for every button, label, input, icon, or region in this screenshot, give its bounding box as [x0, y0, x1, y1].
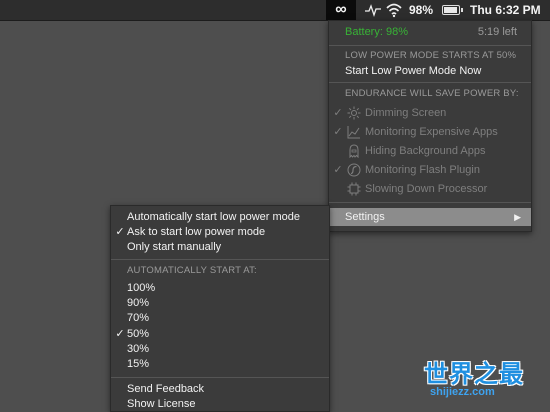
feature-item-flash-plugin[interactable]: ✓ Monitoring Flash Plugin	[329, 162, 531, 178]
threshold-item-70[interactable]: 70%	[111, 310, 329, 326]
menu-divider	[111, 259, 329, 260]
threshold-label: 90%	[127, 297, 150, 309]
settings-menu-item[interactable]: Settings ▶	[329, 208, 531, 226]
checkmark-icon: ✓	[115, 328, 125, 340]
chart-icon	[347, 125, 361, 139]
auto-start-header: AUTOMATICALLY START AT:	[111, 263, 329, 279]
submenu-arrow-icon: ▶	[514, 212, 521, 222]
threshold-item-30[interactable]: 30%	[111, 341, 329, 357]
threshold-label: 50%	[127, 328, 150, 340]
checkmark-icon: ✓	[333, 107, 343, 119]
checkmark-icon: ✓	[333, 126, 343, 138]
activity-icon[interactable]	[364, 0, 382, 20]
start-low-power-label: Start Low Power Mode Now	[345, 65, 482, 77]
menubar-clock[interactable]: Thu 6:32 PM	[470, 0, 541, 20]
watermark-title: 世界之最	[424, 361, 524, 388]
threshold-label: 15%	[127, 358, 150, 370]
menu-divider	[329, 45, 531, 46]
wifi-icon[interactable]	[385, 0, 403, 20]
chip-icon	[347, 182, 361, 196]
menu-bar: ∞ 98% Thu 6:32 PM	[0, 0, 550, 21]
feature-item-expensive-apps[interactable]: ✓ Monitoring Expensive Apps	[329, 124, 531, 140]
threshold-item-90[interactable]: 90%	[111, 295, 329, 311]
watermark-url: shijiezz.com	[430, 386, 495, 398]
battery-percent[interactable]: 98%	[409, 0, 433, 20]
feature-label: Dimming Screen	[365, 107, 447, 119]
send-feedback-label: Send Feedback	[127, 383, 205, 395]
battery-status-row: Battery: 98% 5:19 left	[329, 24, 531, 40]
mode-option-manual[interactable]: Only start manually	[111, 239, 329, 255]
settings-submenu: Automatically start low power mode ✓ Ask…	[110, 205, 330, 412]
time-left: 5:19 left	[477, 26, 517, 38]
infinity-icon[interactable]: ∞	[326, 0, 356, 20]
threshold-label: 30%	[127, 343, 150, 355]
threshold-item-100[interactable]: 100%	[111, 280, 329, 296]
threshold-item-50[interactable]: ✓ 50%	[111, 326, 329, 342]
ghost-icon	[347, 144, 361, 159]
low-power-header-label: LOW POWER MODE STARTS AT 50%	[345, 50, 517, 61]
endurance-header: ENDURANCE WILL SAVE POWER BY:	[329, 86, 531, 102]
threshold-label: 100%	[127, 282, 156, 294]
menu-divider	[111, 377, 329, 378]
threshold-label: 70%	[127, 312, 150, 324]
start-low-power-item[interactable]: Start Low Power Mode Now	[329, 63, 531, 79]
feature-item-dimming[interactable]: ✓ Dimming Screen	[329, 105, 531, 121]
battery-label: Battery: 98%	[345, 26, 408, 38]
feature-label: Monitoring Flash Plugin	[365, 164, 480, 176]
menu-divider	[329, 82, 531, 83]
settings-label: Settings	[345, 211, 385, 223]
endurance-menu: Battery: 98% 5:19 left LOW POWER MODE ST…	[328, 20, 532, 232]
checkmark-icon: ✓	[115, 226, 125, 238]
low-power-header: LOW POWER MODE STARTS AT 50%	[329, 48, 531, 64]
sun-icon	[347, 106, 361, 120]
mode-option-label: Automatically start low power mode	[127, 211, 301, 223]
threshold-item-15[interactable]: 15%	[111, 356, 329, 372]
send-feedback-item[interactable]: Send Feedback	[111, 381, 329, 397]
menu-divider	[329, 202, 531, 203]
flash-icon	[347, 163, 361, 177]
mode-option-label: Ask to start low power mode	[127, 226, 266, 238]
checkmark-icon: ✓	[333, 164, 343, 176]
feature-item-background-apps[interactable]: Hiding Background Apps	[329, 143, 531, 159]
battery-icon[interactable]	[442, 5, 463, 15]
watermark: 世界之最 shijiezz.com	[420, 352, 550, 410]
mode-option-label: Only start manually	[127, 241, 222, 253]
mode-option-ask[interactable]: ✓ Ask to start low power mode	[111, 224, 329, 240]
mode-option-auto[interactable]: Automatically start low power mode	[111, 209, 329, 225]
feature-label: Hiding Background Apps	[365, 145, 486, 157]
feature-label: Monitoring Expensive Apps	[365, 126, 498, 138]
feature-label: Slowing Down Processor	[365, 183, 488, 195]
feature-item-slow-processor[interactable]: Slowing Down Processor	[329, 181, 531, 197]
auto-start-header-label: AUTOMATICALLY START AT:	[127, 265, 257, 276]
endurance-header-label: ENDURANCE WILL SAVE POWER BY:	[345, 88, 519, 99]
